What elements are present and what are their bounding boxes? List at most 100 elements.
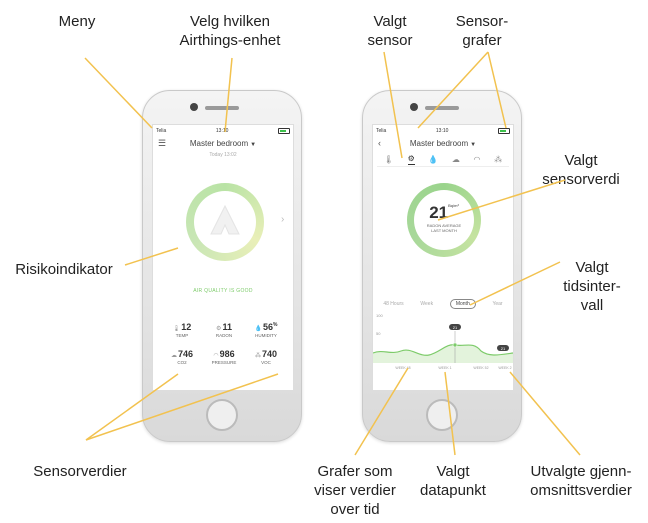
callout-sensor-graphs: Sensor-grafer (455, 13, 509, 49)
x-axis-labels: WEEK 48 WEEK 1 WEEK 52 WEEK 2 (395, 366, 511, 370)
sensor-value-text: 986 (219, 349, 235, 359)
sensor-value-text: 56 (263, 322, 274, 332)
sensor-label: CO2 (177, 360, 187, 365)
callout-graphs-over-time: Grafer som viser verdier over tid (314, 463, 396, 518)
callout-menu: Meny (58, 13, 96, 30)
sensor-number: ◠986 (203, 349, 245, 359)
carrier: Telia (376, 127, 387, 134)
left-phone: Telia 13:10 ☰ Master bedroom ▼ Today 13:0… (142, 90, 302, 442)
hamburger-icon[interactable]: ☰ (158, 138, 166, 149)
back-chevron-icon[interactable]: ‹ (378, 138, 381, 148)
callout-selected-value: Valgt sensorverdi (542, 152, 620, 188)
tab-voc-icon[interactable]: ⁂ (494, 155, 502, 164)
selected-sensor-value: 21Bq/m³ RADON AVERAGE LAST MONTH (407, 203, 481, 233)
chevron-down-icon: ▼ (470, 141, 477, 148)
device-selector[interactable]: Master bedroom ▼ (410, 139, 476, 148)
date-label: Today 13:02 (209, 152, 237, 158)
x-axis-label: WEEK 52 (473, 366, 488, 370)
status-bar: Telia 13:10 (373, 125, 513, 136)
time-series-graph[interactable]: 100 50 21 21 WEEK 48 WEEK 1 WEEK 52 WEEK 2 (373, 311, 513, 371)
device-name: Master bedroom (189, 138, 249, 148)
device-name: Master bedroom (409, 138, 469, 148)
sensor-unit: % (273, 322, 278, 328)
air-quality-status: AIR QUALITY IS GOOD (193, 288, 253, 294)
tab-radon-icon[interactable]: ⚙ (407, 154, 415, 165)
device-header: ☰ Master bedroom ▼ (153, 136, 293, 150)
sensor-value-radon: ⚙11 RADON (203, 322, 245, 338)
x-axis-label: WEEK 2 (498, 366, 511, 370)
period-48-hours[interactable]: 48 Hours (383, 301, 403, 307)
callout-risk-indicator: Risikoindikator (15, 261, 113, 278)
sensor-label: PRESSURE (211, 360, 237, 365)
sensor-number: ⁂740 (245, 349, 287, 359)
datapoint-badge-text: 21 (453, 325, 458, 330)
callout-selected-sensor: Valgt sensor (367, 13, 413, 49)
next-chevron-icon[interactable]: › (281, 214, 284, 225)
reading-caption-2: LAST MONTH (431, 228, 457, 233)
carrier: Telia (156, 127, 167, 134)
graph-area (373, 344, 513, 363)
clock: 13:10 (435, 127, 449, 134)
tab-cloud-icon[interactable]: ☁ (452, 155, 460, 164)
home-button[interactable] (206, 399, 238, 431)
callout-selected-datapoint: Valgt datapunkt (420, 463, 486, 499)
sensor-value-co2: ☁746 CO2 (161, 349, 203, 365)
sensor-label: VOC (261, 360, 271, 365)
sensor-value-text: 11 (222, 322, 232, 332)
camera (190, 103, 198, 111)
y-label-top: 100 (376, 313, 383, 318)
x-axis-label: WEEK 1 (438, 366, 451, 370)
callout-selected-interval: Valgt tidsinter-vall (563, 259, 621, 314)
selected-datapoint (452, 342, 458, 348)
humidity-icon: 💧 (254, 326, 262, 332)
device-selector[interactable]: Master bedroom ▼ (190, 139, 256, 148)
dashboard-screen: Telia 13:10 ☰ Master bedroom ▼ Today 13:0… (152, 124, 294, 391)
sensor-number: ⚙11 (203, 322, 245, 332)
callout-choose-device-text: Velg hvilken Airthings-enhet (179, 13, 281, 49)
gauge-icon: ◠ (213, 353, 219, 359)
tab-gauge-icon[interactable]: ◠ (474, 155, 481, 164)
radon-icon: ⚙ (216, 326, 222, 332)
airthings-logo-icon (210, 204, 240, 235)
period-month[interactable]: Month (449, 299, 476, 309)
sensor-number: 🌡12 (161, 322, 203, 332)
device-header: ‹ Master bedroom ▼ (373, 136, 513, 150)
sensor-value-text: 746 (177, 349, 194, 359)
sensor-values-grid: 🌡12 TEMP ⚙11 RADON 💧56% HUMIDITY ☁746 CO2 ◠986 PR… (161, 322, 287, 365)
y-label-mid: 50 (376, 331, 381, 336)
sensor-value-voc: ⁂740 VOC (245, 349, 287, 365)
clock: 13:10 (215, 127, 229, 134)
battery-icon (278, 127, 290, 134)
right-phone: Telia 13:10 ‹ Master bedroom ▼ 🌡 ⚙ 💧 ☁ ◠ … (362, 90, 522, 442)
period-selector: 48 Hours Week Month Year (375, 299, 511, 309)
x-axis-label: WEEK 48 (395, 366, 410, 370)
battery-icon (498, 127, 510, 134)
sensor-value-text: 740 (261, 349, 278, 359)
status-bar: Telia 13:10 (153, 125, 293, 136)
chevron-down-icon: ▼ (250, 141, 257, 148)
sensor-number: 💧56% (245, 322, 287, 332)
tab-thermometer-icon[interactable]: 🌡 (384, 155, 394, 164)
cloud-icon: ☁ (170, 353, 177, 359)
sensor-detail-screen: Telia 13:10 ‹ Master bedroom ▼ 🌡 ⚙ 💧 ☁ ◠ … (372, 124, 514, 391)
sensor-tabs: 🌡 ⚙ 💧 ☁ ◠ ⁂ (377, 152, 509, 167)
callout-choose-device: Velg hvilken Airthings-enhet (170, 12, 290, 50)
reading-value: 21 (429, 203, 449, 222)
home-button[interactable] (426, 399, 458, 431)
average-badge-text: 21 (501, 346, 506, 351)
graph-svg: 21 21 WEEK 48 WEEK 1 WEEK 52 WEEK 2 (373, 324, 513, 370)
camera (410, 103, 418, 111)
callout-sensor-values: Sensorverdier (33, 463, 127, 480)
period-year[interactable]: Year (492, 301, 502, 307)
voc-icon: ⁂ (254, 353, 261, 359)
sensor-label: RADON (215, 333, 233, 338)
tab-humidity-icon[interactable]: 💧 (428, 155, 438, 164)
sensor-label: TEMP (175, 333, 189, 338)
speaker (205, 106, 239, 110)
speaker (425, 106, 459, 110)
sensor-value-text: 12 (181, 322, 192, 332)
period-week[interactable]: Week (420, 301, 433, 307)
sensor-value-pressure: ◠986 PRESSURE (203, 349, 245, 365)
thermometer-icon: 🌡 (172, 326, 181, 332)
callout-selected-averages: Utvalgte gjenn-omsnittsverdier (530, 463, 632, 499)
